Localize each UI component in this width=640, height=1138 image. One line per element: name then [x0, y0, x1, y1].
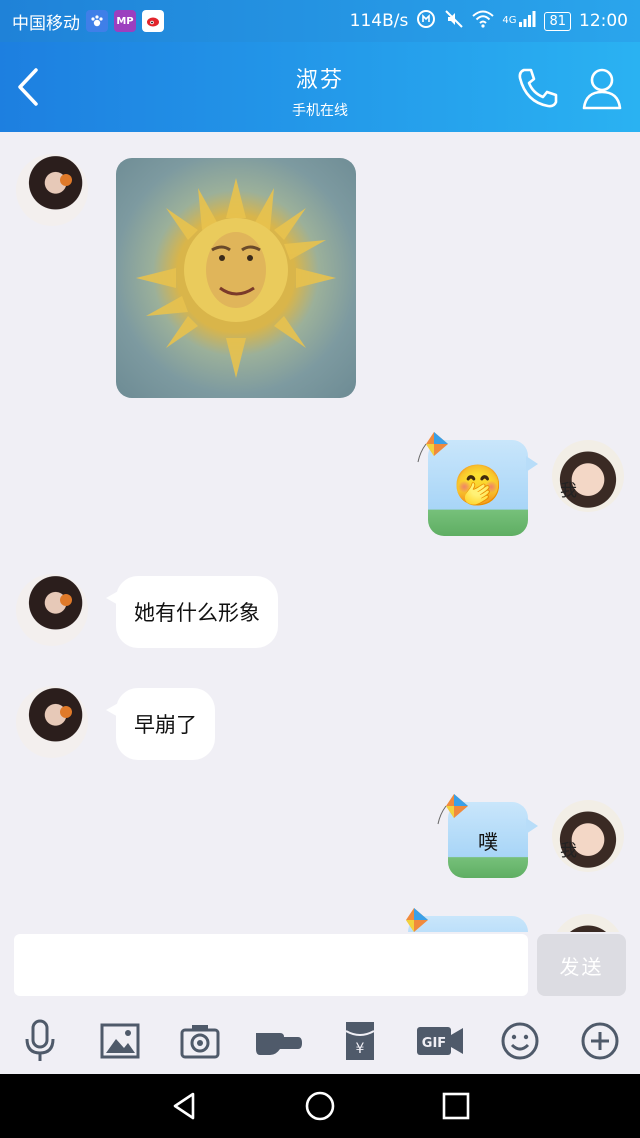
status-bar: 中国移动 MP 114B/s 4G 81 12:00 — [0, 0, 640, 42]
chat-area[interactable]: 我 🤭 她有什么形象 早崩了 我 噗 — [0, 132, 640, 932]
mute-icon — [444, 9, 464, 34]
poke-hand-icon — [256, 1033, 302, 1055]
voice-button[interactable] — [0, 1008, 80, 1074]
input-toolbar: ¥ GIF — [0, 1008, 640, 1074]
message-bubble[interactable]: 早崩了 — [106, 688, 215, 760]
nav-recents-button[interactable] — [436, 1086, 476, 1126]
message-text: 早崩了 — [134, 713, 197, 737]
gif-icon: GIF — [417, 1027, 463, 1055]
signal-icon — [518, 10, 536, 33]
kite-icon — [417, 432, 448, 463]
profile-button[interactable] — [578, 64, 626, 112]
sun-rays — [136, 178, 336, 378]
system-nav-bar — [0, 1074, 640, 1138]
sun-face-image[interactable] — [116, 158, 356, 398]
more-button[interactable] — [560, 1008, 640, 1074]
contact-avatar[interactable] — [16, 686, 88, 758]
contact-avatar[interactable] — [16, 574, 88, 646]
my-avatar-label: 我 — [560, 481, 577, 501]
camera-button[interactable] — [160, 1008, 240, 1074]
my-avatar[interactable]: 我 — [552, 800, 624, 872]
mp-icon: MP — [114, 10, 136, 32]
red-packet-icon: ¥ — [345, 1022, 375, 1060]
svg-text:GIF: GIF — [422, 1036, 446, 1051]
my-avatar-label: 我 — [560, 841, 577, 861]
photo-button[interactable] — [80, 1008, 160, 1074]
wifi-icon — [472, 10, 494, 33]
poke-button[interactable] — [240, 1008, 320, 1074]
message-bubble[interactable]: 她有什么形象 — [106, 576, 278, 648]
my-avatar[interactable] — [552, 914, 624, 932]
phone-icon — [518, 68, 558, 108]
message-text: 噗 — [478, 830, 498, 854]
message-text: 她有什么形象 — [134, 601, 260, 625]
chat-header: 淑芬 手机在线 — [0, 42, 640, 132]
time: 12:00 — [579, 11, 628, 31]
message-input[interactable] — [14, 934, 528, 996]
kite-icon — [406, 908, 428, 932]
red-packet-button[interactable]: ¥ — [320, 1008, 400, 1074]
send-button[interactable]: 发送 — [537, 934, 626, 996]
data-saver-icon — [416, 9, 436, 34]
network-type: 4G — [502, 14, 517, 26]
nav-back-button[interactable] — [164, 1086, 204, 1126]
my-avatar[interactable]: 我 — [552, 440, 624, 512]
picture-icon — [100, 1023, 140, 1059]
net-speed: 114B/s — [349, 11, 409, 31]
composer: 发送 — [0, 932, 640, 1008]
contact-avatar[interactable] — [16, 154, 88, 226]
carrier-label: 中国移动 — [12, 13, 80, 34]
battery-level: 81 — [544, 11, 571, 31]
emoji-icon — [501, 1022, 539, 1060]
weibo-icon — [142, 10, 164, 32]
nav-home-button[interactable] — [300, 1086, 340, 1126]
back-triangle-icon — [173, 1092, 195, 1120]
call-button[interactable] — [514, 64, 562, 112]
paw-icon — [86, 10, 108, 32]
person-icon — [582, 68, 622, 110]
kite-icon — [437, 794, 468, 825]
svg-text:¥: ¥ — [356, 1041, 365, 1057]
mic-icon — [25, 1019, 55, 1061]
gif-button[interactable]: GIF — [400, 1008, 480, 1074]
hand-over-mouth-emoji: 🤭 — [453, 463, 503, 509]
emoji-button[interactable] — [480, 1008, 560, 1074]
recents-square-icon — [442, 1092, 470, 1120]
camera-icon — [180, 1025, 220, 1059]
plus-icon — [581, 1022, 619, 1060]
home-circle-icon — [305, 1091, 335, 1121]
